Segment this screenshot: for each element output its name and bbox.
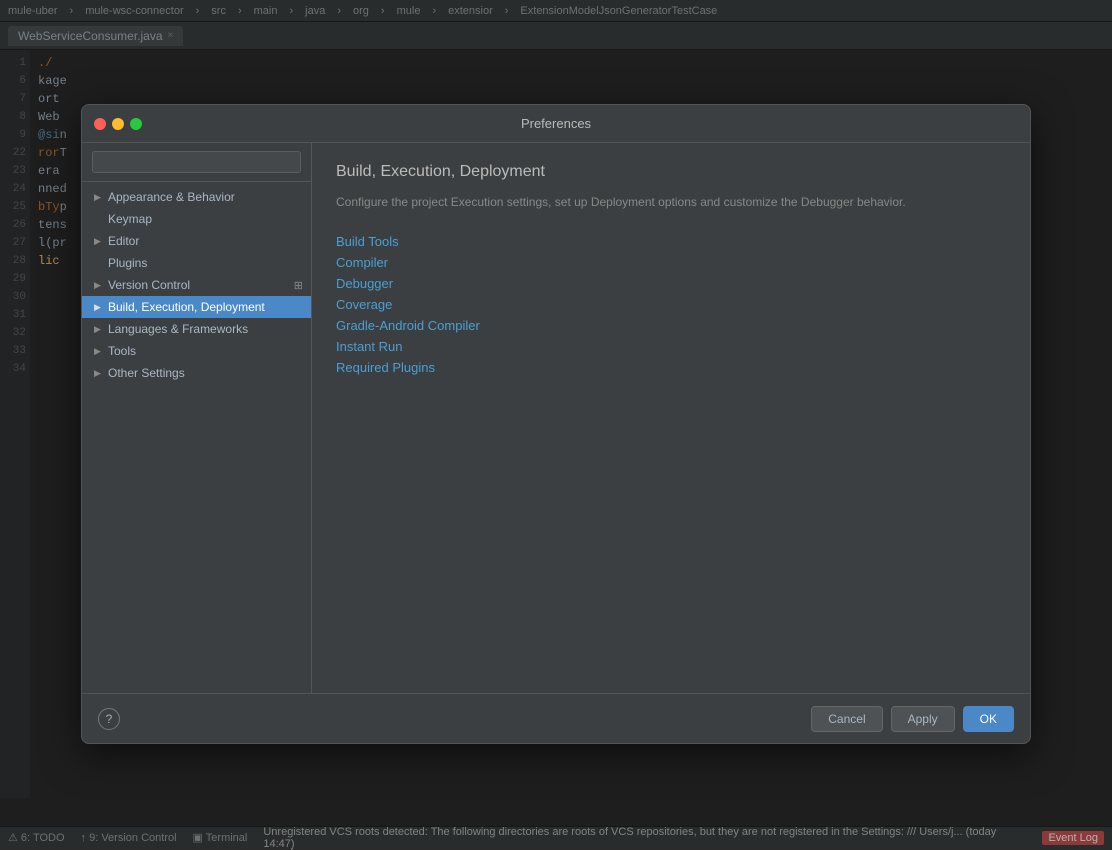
preferences-dialog: Preferences ▶ Appearance & Behavior Keym…	[81, 104, 1031, 744]
expand-arrow-icon: ▶	[94, 192, 104, 203]
nav-item-version-control[interactable]: ▶ Version Control ⊞	[82, 274, 311, 296]
search-input[interactable]	[92, 151, 301, 173]
nav-item-label: Keymap	[108, 212, 152, 226]
expand-arrow-icon: ▶	[94, 280, 104, 291]
nav-item-label: Editor	[108, 234, 139, 248]
link-gradle-android-compiler[interactable]: Gradle-Android Compiler	[336, 315, 1006, 336]
nav-tree: ▶ Appearance & Behavior Keymap ▶ Editor …	[82, 182, 311, 693]
nav-item-label: Version Control	[108, 278, 190, 292]
nav-item-label: Languages & Frameworks	[108, 322, 248, 336]
search-box	[82, 143, 311, 182]
traffic-lights	[94, 118, 142, 130]
nav-item-label: Plugins	[108, 256, 147, 270]
version-control-indicator: ⊞	[294, 279, 303, 292]
maximize-window-button[interactable]	[130, 118, 142, 130]
link-instant-run[interactable]: Instant Run	[336, 336, 1006, 357]
nav-item-label: Build, Execution, Deployment	[108, 300, 265, 314]
expand-arrow-icon: ▶	[94, 346, 104, 357]
left-nav-panel: ▶ Appearance & Behavior Keymap ▶ Editor …	[82, 143, 312, 693]
link-build-tools[interactable]: Build Tools	[336, 231, 1006, 252]
nav-item-editor[interactable]: ▶ Editor	[82, 230, 311, 252]
nav-item-other-settings[interactable]: ▶ Other Settings	[82, 362, 311, 384]
nav-item-languages[interactable]: ▶ Languages & Frameworks	[82, 318, 311, 340]
apply-button[interactable]: Apply	[891, 706, 955, 732]
help-button[interactable]: ?	[98, 708, 120, 730]
nav-item-tools[interactable]: ▶ Tools	[82, 340, 311, 362]
section-title: Build, Execution, Deployment	[336, 163, 1006, 181]
nav-item-label: Other Settings	[108, 366, 185, 380]
close-window-button[interactable]	[94, 118, 106, 130]
link-required-plugins[interactable]: Required Plugins	[336, 357, 1006, 378]
nav-item-label: Appearance & Behavior	[108, 190, 235, 204]
modal-overlay: Preferences ▶ Appearance & Behavior Keym…	[0, 0, 1112, 848]
nav-item-appearance[interactable]: ▶ Appearance & Behavior	[82, 186, 311, 208]
right-content-panel: Build, Execution, Deployment Configure t…	[312, 143, 1030, 693]
dialog-title-bar: Preferences	[82, 105, 1030, 143]
link-compiler[interactable]: Compiler	[336, 252, 1006, 273]
dialog-body: ▶ Appearance & Behavior Keymap ▶ Editor …	[82, 143, 1030, 693]
nav-item-plugins[interactable]: Plugins	[82, 252, 311, 274]
ok-button[interactable]: OK	[963, 706, 1014, 732]
expand-arrow-icon: ▶	[94, 302, 104, 313]
minimize-window-button[interactable]	[112, 118, 124, 130]
nav-item-label: Tools	[108, 344, 136, 358]
nav-item-keymap[interactable]: Keymap	[82, 208, 311, 230]
expand-arrow-icon: ▶	[94, 324, 104, 335]
link-coverage[interactable]: Coverage	[336, 294, 1006, 315]
dialog-footer: ? Cancel Apply OK	[82, 693, 1030, 743]
nav-item-build-execution[interactable]: ▶ Build, Execution, Deployment	[82, 296, 311, 318]
expand-arrow-icon: ▶	[94, 236, 104, 247]
dialog-title: Preferences	[521, 116, 591, 131]
cancel-button[interactable]: Cancel	[811, 706, 882, 732]
link-debugger[interactable]: Debugger	[336, 273, 1006, 294]
expand-arrow-icon: ▶	[94, 368, 104, 379]
section-description: Configure the project Execution settings…	[336, 193, 1006, 211]
